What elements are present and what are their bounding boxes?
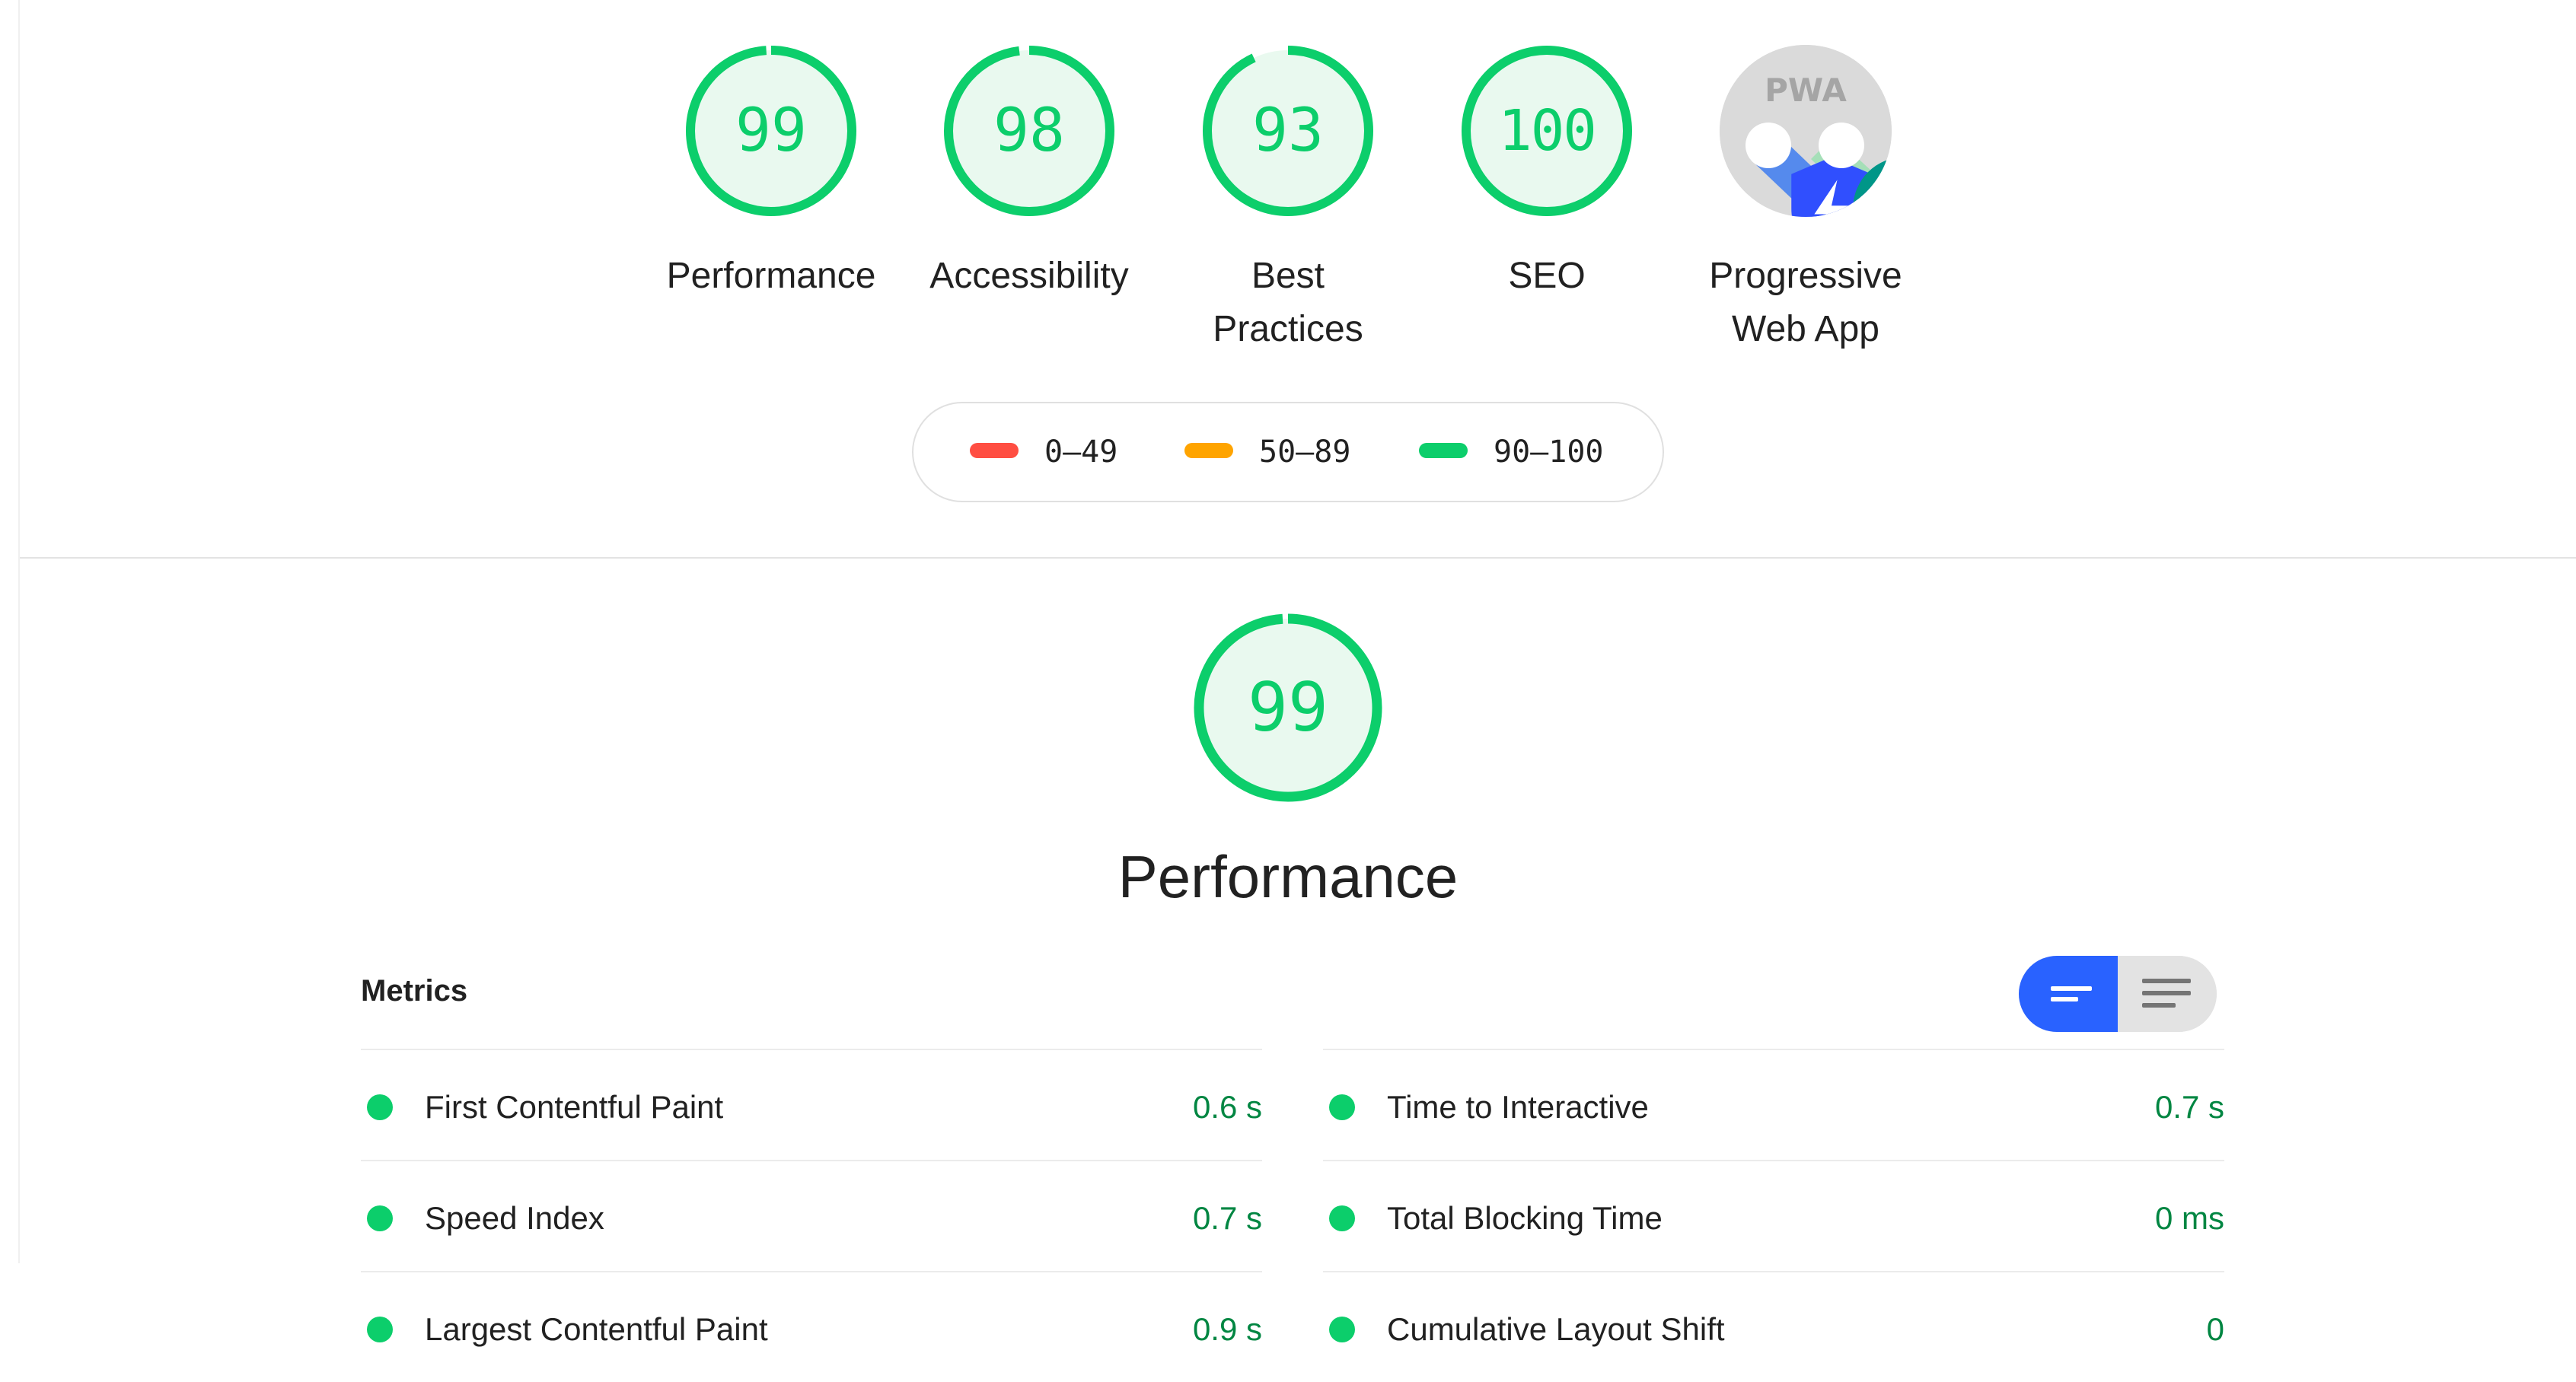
gauge-score: 100 [1498,98,1597,164]
pass-dot-icon [367,1317,393,1342]
gauge-ring: 93 [1200,43,1376,219]
legend-item-average: 50–89 [1184,403,1350,501]
gauge-accessibility[interactable]: 98 Accessibility [907,43,1151,303]
metric-cumulative-layout-shift: Cumulative Layout Shift 0 [1323,1271,2224,1382]
pwa-badge-text: PWA [1765,72,1847,109]
legend-range: 50–89 [1259,435,1351,470]
metrics-column-right: Time to Interactive 0.7 s Total Blocking… [1323,1049,2224,1382]
metric-value: 0 [2206,1311,2224,1347]
pwa-badge: PWA [1720,45,1892,217]
metric-total-blocking-time: Total Blocking Time 0 ms [1323,1160,2224,1271]
pass-dot-icon [1329,1317,1355,1342]
expanded-view-icon[interactable] [2118,956,2217,1032]
gauge-label: Progressive Web App [1709,256,1902,349]
gauge-ring: 99 [683,43,859,219]
gauge-ring: 100 [1459,43,1635,219]
installable-plus-icon [1819,123,1892,217]
lighthouse-report: 99 Performance 98 Accessibility 93 Best … [0,0,2576,1380]
gauge-seo[interactable]: 100 SEO [1425,43,1669,303]
gauge-pwa[interactable]: PWA Progressive Web App [1684,43,1927,356]
compact-view-icon[interactable] [2019,956,2118,1032]
legend-swatch-pass [1419,443,1468,458]
metric-value: 0 ms [2154,1200,2224,1236]
metric-value: 0.7 s [1192,1200,1262,1236]
gauge-score: 93 [1252,97,1324,165]
metric-value: 0.6 s [1192,1089,1262,1125]
metrics-column-left: First Contentful Paint 0.6 s Speed Index… [361,1049,1262,1382]
gauge-best-practices[interactable]: 93 Best Practices [1166,43,1410,356]
pass-dot-icon [1329,1094,1355,1120]
legend-item-fail: 0–49 [970,403,1117,501]
metric-name: Largest Contentful Paint [425,1311,768,1347]
metrics-heading: Metrics [361,974,468,1008]
pass-dot-icon [367,1205,393,1231]
gauge-performance[interactable]: 99 Performance [649,43,893,303]
gauge-label: SEO [1508,256,1586,296]
pass-dot-icon [1329,1205,1355,1231]
legend-swatch-average [1184,443,1233,458]
section-gauge-performance: 99 [1191,610,1385,805]
metric-value: 0.9 s [1192,1311,1262,1347]
legend-range: 0–49 [1044,435,1118,470]
metric-time-to-interactive: Time to Interactive 0.7 s [1323,1049,2224,1160]
gauge-score: 98 [993,97,1065,165]
metric-name: First Contentful Paint [425,1089,724,1125]
legend-item-pass: 90–100 [1419,403,1604,501]
gauge-score: 99 [735,97,807,165]
metric-speed-index: Speed Index 0.7 s [361,1160,1262,1271]
metric-name: Speed Index [425,1200,604,1236]
metric-largest-contentful-paint: Largest Contentful Paint 0.9 s [361,1271,1262,1382]
gauge-ring: 98 [941,43,1117,219]
score-scale-legend: 0–49 50–89 90–100 [912,402,1664,502]
metric-value: 0.7 s [2154,1089,2224,1125]
fast-reliable-shield-icon [1745,123,1872,217]
section-title: Performance [1117,843,1459,910]
category-gauges: 99 Performance 98 Accessibility 93 Best … [0,43,2576,362]
gauge-label: Best Practices [1213,256,1363,349]
metric-name: Total Blocking Time [1387,1200,1663,1236]
pass-dot-icon [367,1094,393,1120]
gauge-label: Accessibility [929,256,1129,296]
metric-first-contentful-paint: First Contentful Paint 0.6 s [361,1049,1262,1160]
metrics-view-toggle [2019,956,2217,1032]
gauge-label: Performance [666,256,876,296]
metric-name: Cumulative Layout Shift [1387,1311,1725,1347]
legend-range: 90–100 [1494,435,1604,470]
legend-swatch-fail [970,443,1019,458]
section-divider [20,557,2576,559]
section-gauge-score: 99 [1248,668,1328,747]
metric-name: Time to Interactive [1387,1089,1649,1125]
